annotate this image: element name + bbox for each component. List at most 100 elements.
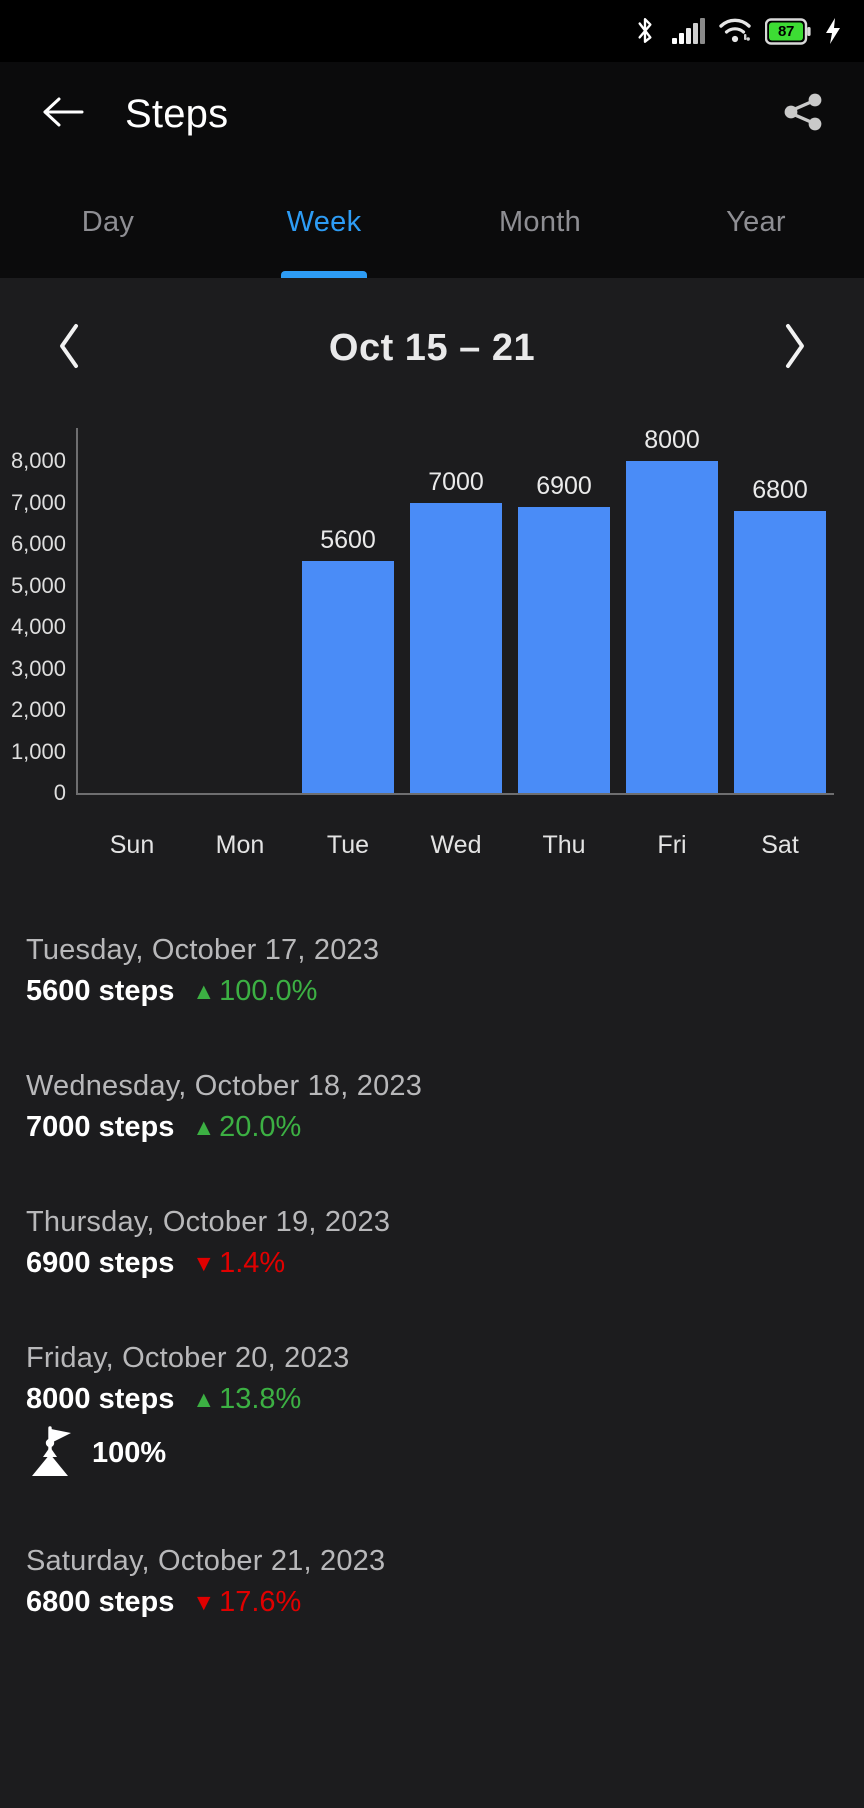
entry-date-label: Saturday, October 21, 2023 bbox=[26, 1545, 386, 1577]
entry-steps-value: 7000 steps bbox=[26, 1111, 175, 1143]
charging-bolt-icon bbox=[824, 17, 842, 45]
triangle-down-icon: ▼ bbox=[192, 1589, 216, 1615]
share-icon bbox=[780, 89, 826, 140]
entry-delta-value: 17.6% bbox=[219, 1586, 302, 1618]
tab-week[interactable]: Week bbox=[216, 166, 432, 278]
next-week-button[interactable] bbox=[764, 318, 824, 378]
list-item[interactable]: Thursday, October 19, 2023 6900 steps ▼ 1.4… bbox=[0, 1206, 864, 1280]
chart-bar-column[interactable]: 6800 bbox=[726, 428, 834, 793]
chart-bar-column[interactable]: 5600 bbox=[294, 428, 402, 793]
entry-summary-row: 5600 steps ▲ 100.0% bbox=[26, 975, 838, 1008]
entry-delta-up: ▲ 100.0% bbox=[192, 975, 317, 1008]
tab-year[interactable]: Year bbox=[648, 166, 864, 278]
goal-achievement-row: 100% bbox=[26, 1424, 838, 1483]
wifi-icon bbox=[718, 17, 752, 45]
tab-month[interactable]: Month bbox=[432, 166, 648, 278]
back-arrow-icon bbox=[41, 94, 85, 135]
chart-bar[interactable] bbox=[517, 506, 611, 793]
entry-delta-down: ▼ 17.6% bbox=[192, 1586, 301, 1619]
entry-delta-up: ▲ 20.0% bbox=[192, 1111, 301, 1144]
entry-summary-row: 6900 steps ▼ 1.4% bbox=[26, 1247, 838, 1280]
cellular-signal-icon bbox=[671, 17, 705, 45]
steps-bar-chart[interactable]: 0 1,000 2,000 3,000 4,000 5,000 6,000 7,000 8,00… bbox=[0, 418, 864, 908]
chart-bar-column[interactable] bbox=[186, 428, 294, 793]
tab-day-label: Day bbox=[81, 205, 135, 238]
y-tick-label: 3,000 bbox=[10, 655, 66, 681]
x-tick-label: Sun bbox=[109, 831, 155, 859]
chart-bar[interactable] bbox=[301, 560, 395, 793]
triangle-up-icon: ▲ bbox=[192, 1386, 216, 1412]
y-tick-label: 8,000 bbox=[10, 448, 66, 474]
entry-summary-row: 7000 steps ▲ 20.0% bbox=[26, 1111, 838, 1144]
goal-percent-label: 100% bbox=[92, 1437, 167, 1469]
triangle-down-icon: ▼ bbox=[192, 1250, 216, 1276]
entry-steps-value: 8000 steps bbox=[26, 1383, 175, 1415]
bar-value-label: 8000 bbox=[644, 426, 700, 455]
tab-active-indicator bbox=[281, 271, 367, 278]
y-tick-label: 0 bbox=[53, 780, 66, 805]
tab-day[interactable]: Day bbox=[0, 166, 216, 278]
x-tick-label: Thu bbox=[542, 831, 586, 859]
x-tick-label: Sat bbox=[761, 831, 799, 859]
entry-delta-up: ▲ 13.8% bbox=[192, 1383, 301, 1416]
entry-delta-value: 13.8% bbox=[219, 1383, 302, 1415]
x-tick-label: Wed bbox=[430, 831, 482, 859]
entry-delta-value: 100.0% bbox=[219, 975, 318, 1007]
chart-bar[interactable] bbox=[733, 510, 827, 793]
chevron-right-icon bbox=[779, 322, 809, 375]
bar-value-label: 6800 bbox=[752, 475, 808, 504]
battery-icon: 87 bbox=[765, 17, 811, 45]
x-tick-label: Tue bbox=[326, 831, 370, 859]
status-bar: 87 bbox=[0, 0, 864, 62]
chart-bar[interactable] bbox=[409, 502, 503, 793]
tab-month-label: Month bbox=[498, 205, 582, 238]
bar-value-label: 7000 bbox=[428, 467, 484, 496]
triangle-up-icon: ▲ bbox=[192, 1114, 216, 1140]
share-button[interactable] bbox=[772, 83, 834, 145]
x-axis-line bbox=[76, 793, 834, 795]
bluetooth-icon bbox=[632, 16, 658, 46]
y-tick-label: 1,000 bbox=[10, 738, 66, 764]
y-tick-label: 6,000 bbox=[10, 531, 66, 557]
y-axis-labels: 0 1,000 2,000 3,000 4,000 5,000 6,000 7,000 8,00… bbox=[0, 418, 66, 908]
entry-date-label: Tuesday, October 17, 2023 bbox=[26, 934, 380, 966]
chart-bar-column[interactable] bbox=[78, 428, 186, 793]
x-axis-labels: Sun Mon Tue Wed Thu Fri Sat bbox=[78, 831, 834, 860]
bar-value-label: 5600 bbox=[320, 525, 376, 554]
chart-bar-column[interactable]: 6900 bbox=[510, 428, 618, 793]
page-title: Steps bbox=[125, 91, 229, 136]
y-tick-label: 7,000 bbox=[10, 489, 66, 515]
period-tabs: Day Week Month Year bbox=[0, 166, 864, 278]
steps-screen: 87 Steps Day Week Month Year Oct 15 – 21… bbox=[0, 0, 864, 1808]
bar-value-label: 6900 bbox=[536, 471, 592, 500]
chart-plot-area: 5600 7000 6900 8000 6800 bbox=[78, 426, 834, 793]
entry-summary-row: 8000 steps ▲ 13.8% bbox=[26, 1383, 838, 1416]
chevron-left-icon bbox=[55, 322, 85, 375]
x-tick-label: Fri bbox=[657, 831, 687, 859]
y-tick-label: 2,000 bbox=[10, 697, 66, 723]
previous-week-button[interactable] bbox=[40, 318, 100, 378]
list-item[interactable]: Saturday, October 21, 2023 6800 steps ▼ 17.… bbox=[0, 1545, 864, 1619]
entry-steps-value: 6900 steps bbox=[26, 1247, 175, 1279]
list-item[interactable]: Friday, October 20, 2023 8000 steps ▲ 13.8%… bbox=[0, 1342, 864, 1483]
tab-year-label: Year bbox=[726, 205, 786, 238]
daily-entry-list: Tuesday, October 17, 2023 5600 steps ▲ 100.… bbox=[0, 908, 864, 1619]
chart-bar-column[interactable]: 8000 bbox=[618, 426, 726, 793]
entry-summary-row: 6800 steps ▼ 17.6% bbox=[26, 1586, 838, 1619]
entry-delta-down: ▼ 1.4% bbox=[192, 1247, 285, 1280]
tab-week-label: Week bbox=[286, 205, 362, 238]
x-tick-label: Mon bbox=[215, 831, 265, 859]
battery-percent-label: 87 bbox=[777, 22, 795, 40]
back-button[interactable] bbox=[32, 83, 94, 145]
date-navigation: Oct 15 – 21 bbox=[0, 278, 864, 418]
entry-date-label: Thursday, October 19, 2023 bbox=[26, 1206, 391, 1238]
list-item[interactable]: Tuesday, October 17, 2023 5600 steps ▲ 100.… bbox=[0, 934, 864, 1008]
list-item[interactable]: Wednesday, October 18, 2023 7000 steps ▲ 20… bbox=[0, 1070, 864, 1144]
chart-bar-column[interactable]: 7000 bbox=[402, 428, 510, 793]
app-bar: Steps bbox=[0, 62, 864, 166]
entry-delta-value: 20.0% bbox=[219, 1111, 302, 1143]
chart-bar[interactable] bbox=[625, 461, 719, 793]
y-tick-label: 5,000 bbox=[10, 572, 66, 598]
y-tick-label: 4,000 bbox=[10, 614, 66, 640]
goal-flag-summit-icon bbox=[26, 1424, 78, 1483]
